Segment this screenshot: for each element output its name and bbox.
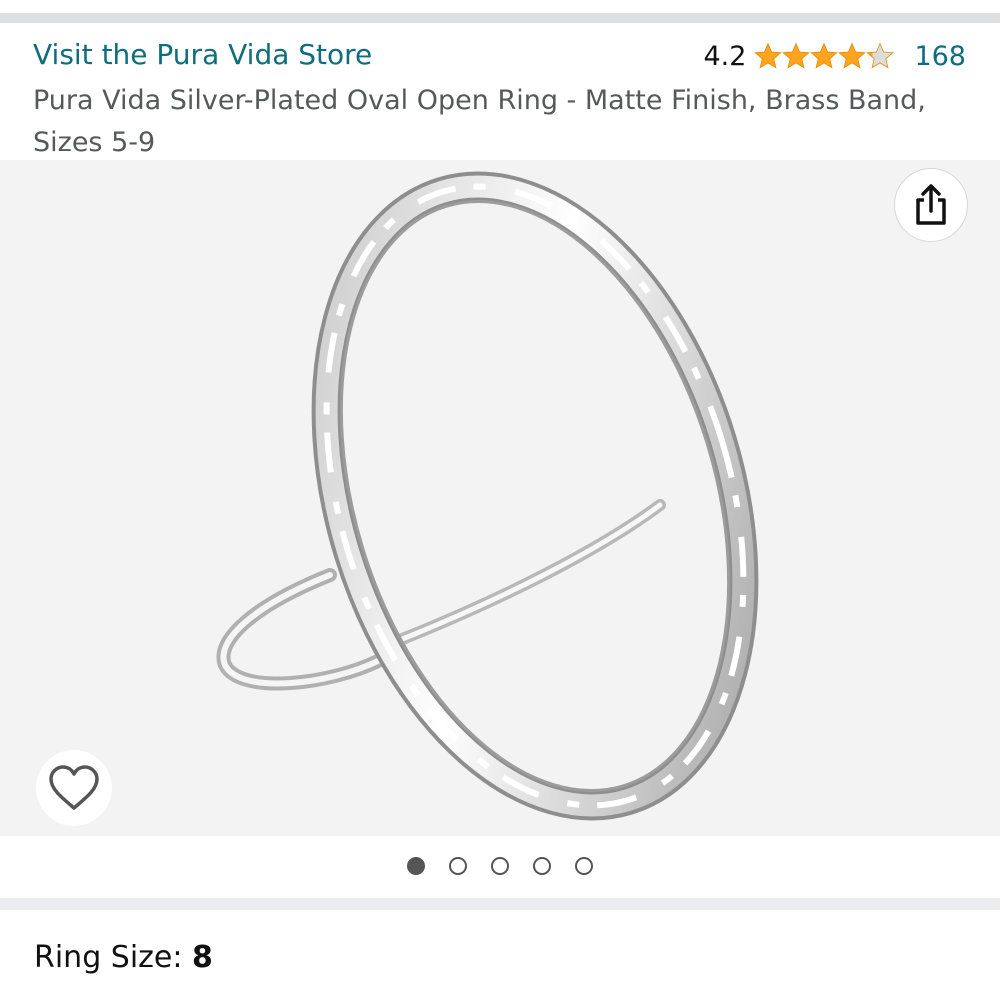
ring-size-selector-label: Ring Size: 8 (34, 940, 213, 975)
star-icon (782, 42, 811, 69)
star-icon (838, 42, 867, 69)
product-image[interactable] (0, 160, 1000, 836)
carousel-dot[interactable] (407, 857, 425, 875)
product-page: Visit the Pura Vida Store 4.2 168 Pura V… (0, 0, 1000, 1000)
star-icon (866, 42, 895, 69)
header-row: Visit the Pura Vida Store 4.2 168 (0, 30, 1000, 82)
share-button[interactable] (894, 168, 968, 242)
rating-value: 4.2 (703, 40, 747, 72)
heart-outline-icon (49, 765, 99, 810)
star-icon (810, 42, 839, 69)
image-carousel-indicator (0, 853, 1000, 879)
rating-summary[interactable]: 4.2 168 (704, 38, 967, 74)
share-icon (916, 184, 946, 225)
carousel-dot[interactable] (449, 857, 467, 875)
top-divider (0, 0, 1000, 23)
store-link[interactable]: Visit the Pura Vida Store (33, 38, 372, 71)
star-rating (754, 42, 895, 70)
product-title: Pura Vida Silver-Plated Oval Open Ring -… (33, 85, 926, 158)
review-count[interactable]: 168 (914, 41, 966, 72)
carousel-dot[interactable] (491, 857, 509, 875)
divider-bar (0, 13, 1000, 23)
ring-size-label: Ring Size: (34, 940, 192, 975)
add-to-list-button[interactable] (36, 750, 112, 826)
ring-size-value: 8 (192, 940, 213, 975)
carousel-dot[interactable] (533, 857, 551, 875)
star-icon (754, 42, 783, 69)
product-image-gallery[interactable] (0, 160, 1000, 836)
carousel-dot[interactable] (575, 857, 593, 875)
section-divider (0, 898, 1000, 910)
